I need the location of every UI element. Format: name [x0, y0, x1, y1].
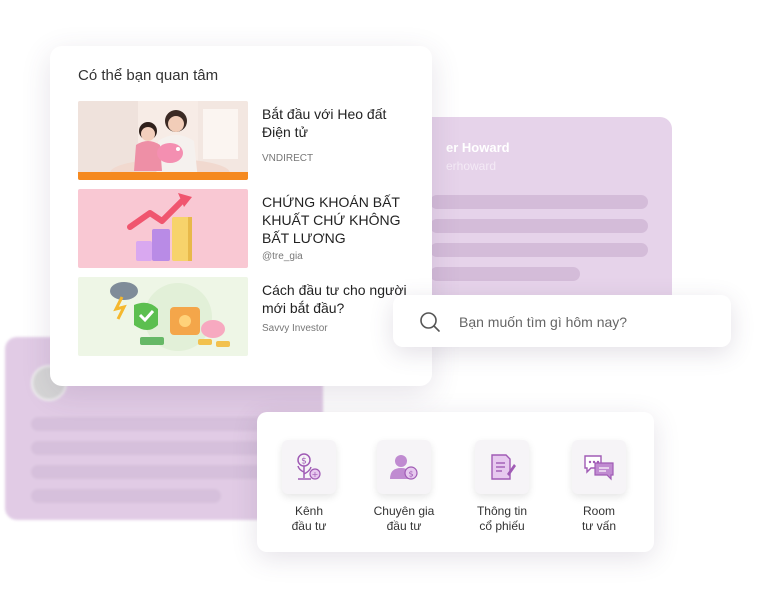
- feature-label: Room tư vấn: [581, 504, 617, 533]
- article-source: Savvy Investor: [262, 323, 328, 334]
- feature-label: Chuyên gia đầu tư: [373, 504, 435, 533]
- article-source: @tre_gia: [262, 251, 303, 262]
- svg-text:+: +: [312, 470, 319, 479]
- placeholder-line: [31, 465, 291, 479]
- background-profile-card: er Howard erhoward: [390, 117, 672, 322]
- svg-text:$: $: [408, 470, 413, 479]
- svg-text:$: $: [301, 457, 307, 467]
- chat-room-icon[interactable]: [572, 440, 626, 494]
- feature-label: Thông tin cổ phiếu: [476, 504, 528, 533]
- card-title: Có thể bạn quan tâm: [78, 67, 219, 84]
- recommendation-card: Có thể bạn quan tâm Bắt đầu với Heo đất …: [50, 46, 432, 386]
- placeholder-line: [430, 267, 580, 281]
- article-source: VNDIRECT: [262, 153, 314, 164]
- article-thumbnail[interactable]: [78, 189, 248, 268]
- feature-label: Kênh đầu tư: [291, 504, 327, 533]
- article-title[interactable]: Bắt đầu với Heo đất Điện tử: [262, 105, 410, 141]
- profile-name: er Howard: [446, 140, 510, 155]
- placeholder-line: [430, 195, 648, 209]
- search-input[interactable]: Bạn muốn tìm gì hôm nay?: [459, 314, 627, 330]
- feature-stock-info[interactable]: Thông tin cổ phiếu: [454, 440, 550, 534]
- feature-advisory-room[interactable]: Room tư vấn: [551, 440, 647, 534]
- placeholder-line: [31, 489, 221, 503]
- placeholder-line: [31, 417, 291, 431]
- list-item[interactable]: Cách đầu tư cho người mới bắt đầu? Savvy…: [78, 277, 418, 357]
- stock-document-icon[interactable]: [475, 440, 529, 494]
- search-icon: [419, 311, 441, 338]
- article-thumbnail[interactable]: [78, 277, 248, 356]
- expert-icon[interactable]: $: [377, 440, 431, 494]
- list-item[interactable]: Bắt đầu với Heo đất Điện tử VNDIRECT: [78, 101, 418, 181]
- article-thumbnail[interactable]: [78, 101, 248, 180]
- feature-investment-channel[interactable]: $ + Kênh đầu tư: [261, 440, 357, 534]
- placeholder-line: [430, 219, 648, 233]
- placeholder-line: [430, 243, 648, 257]
- list-item[interactable]: CHỨNG KHOÁN BẤT KHUẤT CHỨ KHÔNG BẤT LƯƠN…: [78, 189, 418, 269]
- search-bar[interactable]: Bạn muốn tìm gì hôm nay?: [393, 295, 731, 347]
- article-title[interactable]: Cách đầu tư cho người mới bắt đầu?: [262, 281, 410, 317]
- features-panel: $ + Kênh đầu tư $ Chuyên gia đầu tư Thôn…: [257, 412, 654, 552]
- money-plant-icon[interactable]: $ +: [282, 440, 336, 494]
- placeholder-line: [31, 441, 291, 455]
- feature-investment-expert[interactable]: $ Chuyên gia đầu tư: [356, 440, 452, 534]
- article-title[interactable]: CHỨNG KHOÁN BẤT KHUẤT CHỨ KHÔNG BẤT LƯƠN…: [262, 193, 410, 247]
- profile-handle: erhoward: [446, 159, 497, 173]
